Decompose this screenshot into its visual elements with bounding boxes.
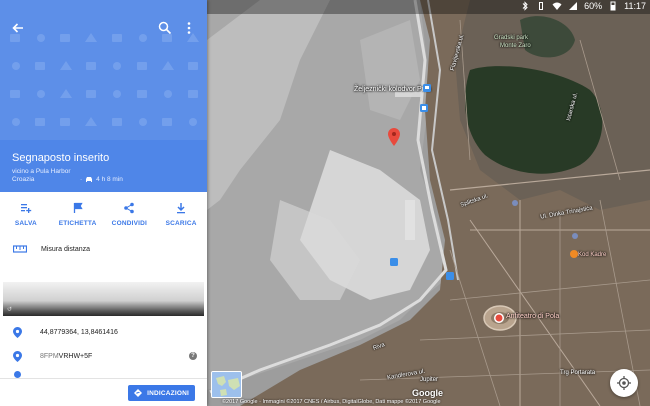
share-icon	[124, 202, 135, 214]
minimap-thumbnail[interactable]	[211, 371, 242, 398]
map-label-restaurant[interactable]: Kod Kadre	[578, 252, 606, 258]
download-button[interactable]: SCARICA	[155, 192, 207, 236]
panel-toolbar	[0, 14, 207, 42]
plus-code-prefix: 8FPM	[40, 352, 59, 360]
more-options-icon[interactable]	[181, 20, 197, 36]
coordinates-row[interactable]: 44,8779364, 13,8461416	[0, 321, 207, 343]
playlist-add-icon	[20, 204, 32, 213]
separator-dot: ·	[80, 176, 83, 183]
share-button[interactable]: CONDIVIDI	[104, 192, 156, 236]
crosshair-icon	[617, 376, 631, 390]
maps-app: Željeznički kolodvor Pula Gradski park M…	[0, 0, 650, 406]
wifi-icon	[552, 2, 562, 10]
shop-icon[interactable]	[572, 233, 578, 239]
car-icon	[86, 177, 93, 182]
dropped-pin-icon[interactable]	[388, 128, 400, 146]
place-nearby: vicino a Pula Harbor	[12, 168, 71, 175]
place-country: Croazia	[12, 176, 35, 183]
ferry-icon[interactable]	[390, 258, 398, 266]
measure-distance-label: Misura distanza	[41, 245, 91, 253]
street-view-icon: ↺	[7, 307, 13, 313]
help-icon[interactable]: ?	[189, 352, 197, 360]
directions-label: INDICAZIONI	[147, 389, 189, 397]
plus-code-pin-icon	[13, 350, 22, 362]
boat-icon[interactable]	[446, 272, 454, 280]
place-title: Segnaposto inserito	[12, 152, 110, 164]
action-row: SALVA ETICHETTA CONDIVIDI SCARICA	[0, 192, 207, 236]
directions-button[interactable]: INDICAZIONI	[128, 385, 195, 401]
map-label-park[interactable]: Gradski park	[494, 35, 528, 41]
flag-icon	[73, 202, 83, 213]
world-map-icon	[212, 372, 241, 397]
coordinates-value: 44,8779364, 13,8461416	[40, 328, 118, 336]
clock: 11:17	[624, 1, 646, 11]
train-station-icon[interactable]	[423, 84, 431, 92]
place-details-panel: Segnaposto inserito vicino a Pula Harbor…	[0, 0, 207, 406]
save-label: SALVA	[14, 220, 37, 227]
restaurant-icon[interactable]	[570, 250, 578, 258]
download-icon	[177, 203, 186, 214]
ruler-icon	[13, 245, 27, 253]
share-label: CONDIVIDI	[111, 220, 148, 227]
map-label-jupiter[interactable]: Jupiter	[420, 377, 438, 383]
back-arrow-icon[interactable]	[10, 20, 26, 36]
bottom-bar: INDICAZIONI	[0, 378, 207, 406]
measure-distance-row[interactable]: Misura distanza	[0, 238, 207, 260]
drive-time-value: 4 h 8 min	[96, 176, 123, 183]
shop-icon[interactable]	[512, 200, 518, 206]
vibrate-icon	[539, 2, 544, 10]
map-label-square: Trg Portarata	[560, 370, 596, 376]
battery-icon	[610, 1, 616, 11]
street-view-preview[interactable]: ↺	[3, 282, 204, 316]
bluetooth-icon	[522, 1, 528, 11]
signal-icon	[569, 2, 578, 10]
location-pin-icon	[13, 326, 22, 338]
drive-time[interactable]: · 4 h 8 min	[80, 176, 123, 183]
plus-code-value: 8FPMVRHW+5F	[40, 353, 92, 360]
map-label-amphitheatre[interactable]: Anfiteatro di Pola	[506, 313, 559, 320]
place-header: Segnaposto inserito vicino a Pula Harbor…	[0, 140, 207, 192]
my-location-button[interactable]	[610, 369, 638, 397]
map-attribution[interactable]: ©2017 Google · Immagini ©2017 CNES / Air…	[222, 399, 441, 405]
directions-icon	[134, 389, 143, 397]
download-label: SCARICA	[165, 220, 197, 227]
next-row-partial	[0, 370, 207, 378]
label-button[interactable]: ETICHETTA	[52, 192, 104, 236]
landmark-icon[interactable]	[494, 313, 504, 323]
battery-percent: 60%	[584, 1, 603, 11]
map-label-station[interactable]: Željeznički kolodvor Pula	[354, 86, 431, 93]
plus-code-main: VRHW+5F	[58, 352, 93, 360]
save-button[interactable]: SALVA	[0, 192, 52, 236]
label-label: ETICHETTA	[58, 220, 97, 227]
search-icon[interactable]	[157, 20, 173, 36]
plus-code-row[interactable]: 8FPMVRHW+5F ?	[0, 345, 207, 367]
bus-stop-icon[interactable]	[420, 104, 428, 112]
google-logo: Google	[412, 388, 443, 398]
list-icon	[14, 371, 21, 378]
map-label-monte[interactable]: Monte Zaro	[500, 43, 531, 49]
